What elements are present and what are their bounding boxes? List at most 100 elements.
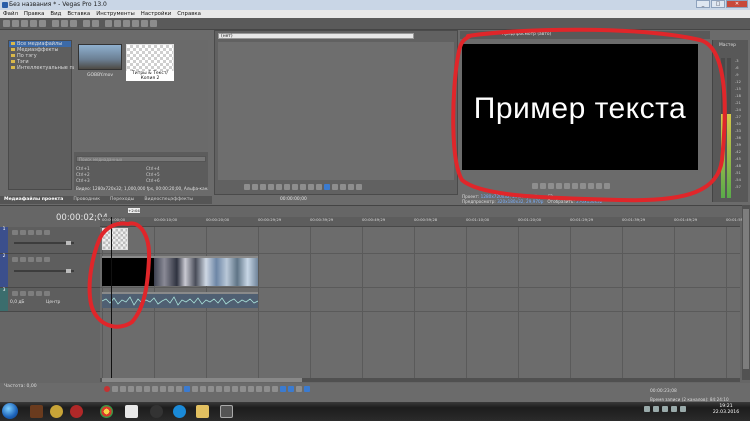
paste-icon[interactable] <box>70 20 77 27</box>
opacity-slider[interactable] <box>14 241 74 245</box>
trim-end-icon[interactable] <box>240 386 246 392</box>
tray-icon[interactable] <box>644 406 650 412</box>
loop-icon[interactable] <box>532 183 538 189</box>
copy-snapshot-icon[interactable] <box>580 183 586 189</box>
menu-view[interactable]: Вид <box>50 10 61 18</box>
mark-in-icon[interactable] <box>308 184 314 190</box>
overlay-icon[interactable] <box>596 183 602 189</box>
timeline-ruler[interactable]: 00:00:00;00 00:00:10;00 00:00:20;00 00:00:2… <box>100 217 749 227</box>
chrome-icon[interactable] <box>100 405 113 418</box>
region-icon[interactable] <box>272 386 278 392</box>
loop-icon[interactable] <box>244 184 250 190</box>
audio-clip[interactable] <box>102 292 258 308</box>
track-header-video-2[interactable]: 2 <box>0 254 100 288</box>
fx-icon[interactable] <box>28 291 34 296</box>
vegas-taskbar-icon[interactable] <box>220 405 233 418</box>
redo-icon[interactable] <box>92 20 99 27</box>
next-frame-icon[interactable] <box>572 183 578 189</box>
menu-edit[interactable]: Правка <box>24 10 45 18</box>
compositing-icon[interactable] <box>20 257 26 262</box>
properties-icon[interactable] <box>39 20 46 27</box>
new-project-icon[interactable] <box>3 20 10 27</box>
solo-icon[interactable] <box>44 291 50 296</box>
go-start-icon[interactable] <box>152 386 158 392</box>
lock-envelopes-icon[interactable] <box>123 20 130 27</box>
selection-edit-icon[interactable] <box>200 386 206 392</box>
fx-icon[interactable] <box>28 230 34 235</box>
text-clip[interactable] <box>102 228 128 250</box>
mute-icon[interactable] <box>36 257 42 262</box>
prev-frame-icon[interactable] <box>168 386 174 392</box>
lock-icon[interactable] <box>256 386 262 392</box>
prev-frame-icon[interactable] <box>276 184 282 190</box>
volume-icon[interactable] <box>680 406 686 412</box>
mute-icon[interactable] <box>36 291 42 296</box>
normal-edit-tool-icon[interactable] <box>184 386 190 392</box>
track-row-1[interactable] <box>100 227 740 254</box>
edit-tool-icon[interactable] <box>132 20 139 27</box>
stop-icon[interactable] <box>556 183 562 189</box>
mute-icon[interactable] <box>36 230 42 235</box>
record-icon[interactable] <box>104 386 110 392</box>
tree-item-smart-bins[interactable]: Интеллектуальные пап <box>9 65 79 71</box>
pause-icon[interactable] <box>548 183 554 189</box>
mark-out-icon[interactable] <box>316 184 322 190</box>
app-icon[interactable] <box>150 405 163 418</box>
save-snapshot-icon[interactable] <box>588 183 594 189</box>
render-icon[interactable] <box>30 20 37 27</box>
solo-icon[interactable] <box>44 230 50 235</box>
track-header-audio-3[interactable]: 3 0,0 дБ Центр <box>0 288 100 312</box>
tab-project-media[interactable]: Медиафайлы проекта <box>4 196 63 204</box>
app-icon[interactable] <box>125 405 138 418</box>
fx-icon[interactable] <box>28 257 34 262</box>
horizontal-scroll-thumb[interactable] <box>102 378 302 382</box>
copy-icon[interactable] <box>61 20 68 27</box>
playhead-cursor[interactable] <box>111 217 112 382</box>
network-icon[interactable] <box>671 406 677 412</box>
start-icon[interactable] <box>292 184 298 190</box>
tray-icon[interactable] <box>662 406 668 412</box>
trim-mode-icon[interactable] <box>324 184 330 190</box>
solo-icon[interactable] <box>44 257 50 262</box>
tab-transitions[interactable]: Переходы <box>110 196 134 204</box>
compositing-icon[interactable] <box>20 230 26 235</box>
snap-icon[interactable] <box>280 386 286 392</box>
opacity-slider[interactable] <box>14 269 74 273</box>
system-clock[interactable]: 19:21 22.03.2016 <box>706 404 746 416</box>
auto-ripple-icon[interactable] <box>114 20 121 27</box>
trim-start-icon[interactable] <box>232 386 238 392</box>
slider-knob[interactable] <box>66 241 71 245</box>
audio-icon[interactable] <box>356 184 362 190</box>
expand-icon[interactable] <box>12 230 18 235</box>
close-button[interactable]: ✕ <box>726 0 748 8</box>
app-icon[interactable] <box>50 405 63 418</box>
insert-icon[interactable] <box>340 184 346 190</box>
ignore-grouping-icon[interactable] <box>304 386 310 392</box>
tab-video-fx[interactable]: Видеоспецэффекты <box>144 196 193 204</box>
pause-icon[interactable] <box>260 184 266 190</box>
marker-icon[interactable] <box>264 386 270 392</box>
prev-frame-icon[interactable] <box>564 183 570 189</box>
menu-insert[interactable]: Вставка <box>67 10 90 18</box>
next-frame-icon[interactable] <box>284 184 290 190</box>
trim-icon[interactable] <box>224 386 230 392</box>
next-frame-icon[interactable] <box>176 386 182 392</box>
loop-icon[interactable] <box>112 386 118 392</box>
envelope-lock-icon[interactable] <box>296 386 302 392</box>
end-icon[interactable] <box>300 184 306 190</box>
add-to-timeline-icon[interactable] <box>332 184 338 190</box>
split-screen-icon[interactable] <box>604 183 610 189</box>
envelope-edit-icon[interactable] <box>192 386 198 392</box>
menu-options[interactable]: Настройки <box>141 10 171 18</box>
menu-help[interactable]: Справка <box>177 10 201 18</box>
video-clip[interactable] <box>154 256 258 286</box>
tray-icon[interactable] <box>653 406 659 412</box>
slider-knob[interactable] <box>66 269 71 273</box>
zoom-edit-icon[interactable] <box>208 386 214 392</box>
start-button-icon[interactable] <box>2 403 18 419</box>
stop-icon[interactable] <box>144 386 150 392</box>
go-end-icon[interactable] <box>160 386 166 392</box>
expand-icon[interactable] <box>12 291 18 296</box>
split-icon[interactable] <box>248 386 254 392</box>
envelope-tool-icon[interactable] <box>141 20 148 27</box>
